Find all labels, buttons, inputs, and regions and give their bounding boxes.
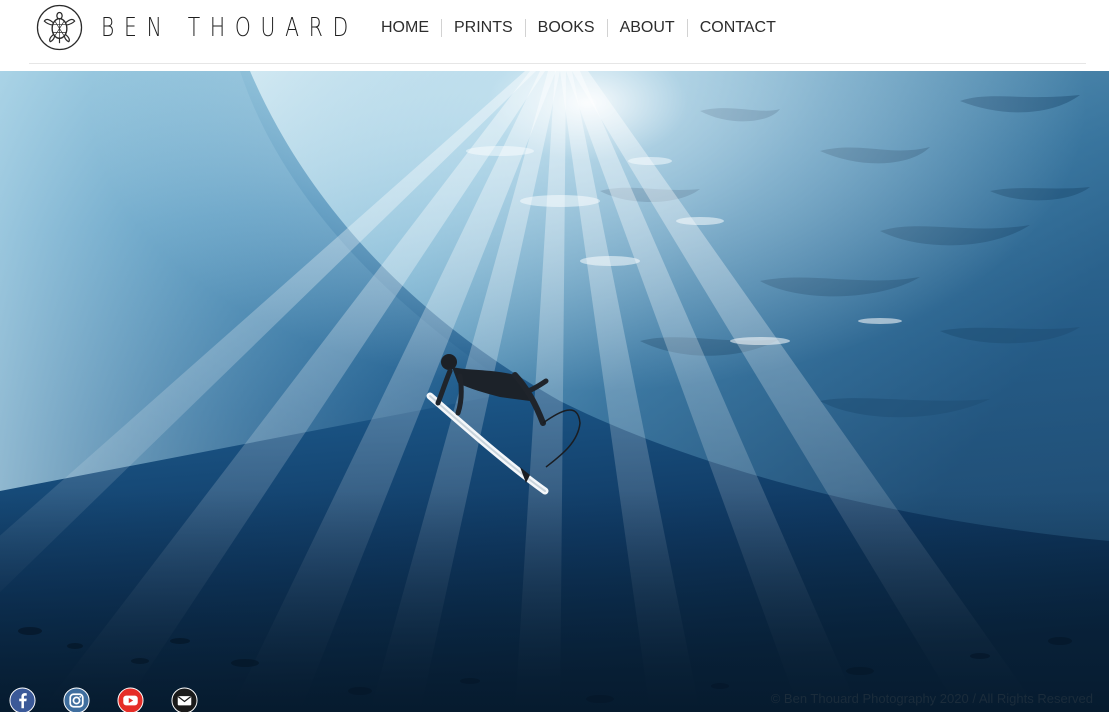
youtube-icon[interactable] [117, 687, 144, 712]
hero-photo [0, 71, 1109, 712]
facebook-icon[interactable] [9, 687, 36, 712]
underwater-surfer-image [0, 71, 1109, 712]
nav-books[interactable]: BOOKS [526, 16, 607, 40]
nav-prints[interactable]: PRINTS [442, 16, 525, 40]
social-links [9, 687, 225, 712]
turtle-icon [36, 4, 83, 51]
site-title: BEN THOUARD [101, 12, 358, 43]
main-nav: HOME PRINTS BOOKS ABOUT CONTACT [369, 16, 788, 40]
site-header: BEN THOUARD HOME PRINTS BOOKS ABOUT CONT… [0, 0, 1109, 71]
nav-contact[interactable]: CONTACT [688, 16, 788, 40]
copyright-text: © Ben Thouard Photography 2020 / All Rig… [770, 691, 1093, 706]
instagram-icon[interactable] [63, 687, 90, 712]
nav-about[interactable]: ABOUT [608, 16, 687, 40]
email-icon[interactable] [171, 687, 198, 712]
nav-home[interactable]: HOME [369, 16, 441, 40]
header-divider [29, 63, 1086, 64]
